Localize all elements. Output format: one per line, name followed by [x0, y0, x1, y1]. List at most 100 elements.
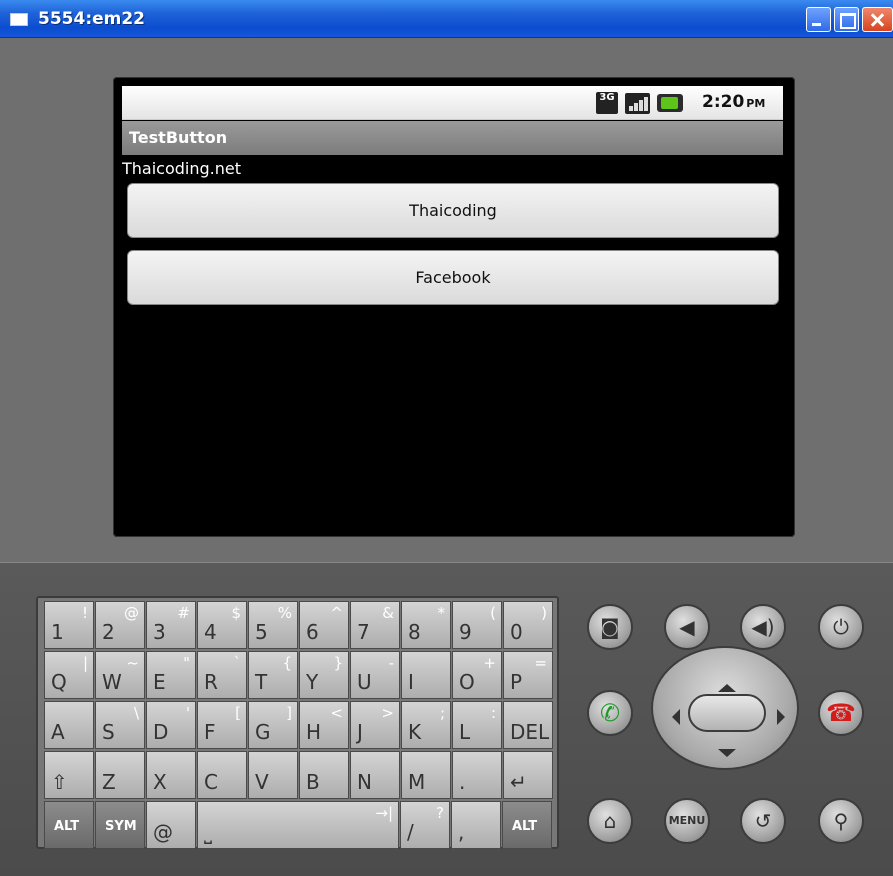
key-row2-5[interactable]: Y} — [299, 651, 349, 699]
key-row1-7[interactable]: 8 * — [401, 601, 451, 649]
key-row5-6[interactable]: ALT — [502, 801, 552, 849]
key-row1-2[interactable]: 3 # — [146, 601, 196, 649]
key-label: DEL — [510, 720, 550, 744]
volume-down-glyph: ◀ — [679, 615, 695, 639]
key-row2-9[interactable]: P = — [503, 651, 553, 699]
key-row5-2[interactable]: @ — [146, 801, 196, 849]
thaicoding-button[interactable]: Thaicoding — [127, 183, 779, 238]
key-alt-label: + — [483, 654, 496, 672]
key-row1-0[interactable]: 1! — [44, 601, 94, 649]
key-alt-label: @ — [124, 604, 139, 622]
key-row3-9[interactable]: DEL — [503, 701, 553, 749]
key-label: X — [153, 770, 167, 794]
key-label: O — [459, 670, 475, 694]
key-row1-9[interactable]: 0) — [503, 601, 553, 649]
key-row1-1[interactable]: 2 @ — [95, 601, 145, 649]
key-row2-3[interactable]: R ` — [197, 651, 247, 699]
key-row4-6[interactable]: N — [350, 751, 400, 799]
maximize-icon[interactable] — [834, 7, 859, 32]
key-alt-label: ) — [541, 604, 547, 622]
key-label: K — [408, 720, 422, 744]
key-row3-7[interactable]: K; — [401, 701, 451, 749]
key-row2-6[interactable]: U- — [350, 651, 400, 699]
facebook-button[interactable]: Facebook — [127, 250, 779, 305]
key-label: V — [255, 770, 269, 794]
key-label: D — [153, 720, 169, 744]
key-label: M — [408, 770, 426, 794]
key-row2-8[interactable]: O + — [452, 651, 502, 699]
close-icon[interactable] — [862, 7, 893, 32]
key-row1-5[interactable]: 6 ^ — [299, 601, 349, 649]
key-row5-1[interactable]: SYM — [95, 801, 145, 849]
key-row4-2[interactable]: X — [146, 751, 196, 799]
key-label: ⇧ — [51, 770, 68, 794]
home-icon[interactable]: ⌂ — [587, 798, 633, 844]
key-row3-2[interactable]: D ' — [146, 701, 196, 749]
key-row1-6[interactable]: 7 & — [350, 601, 400, 649]
key-row3-8[interactable]: L: — [452, 701, 502, 749]
call-icon[interactable]: ✆ — [587, 690, 633, 736]
key-label: S — [102, 720, 115, 744]
key-row3-6[interactable]: J > — [350, 701, 400, 749]
key-alt-label: : — [490, 704, 496, 722]
key-row2-0[interactable]: Q | — [44, 651, 94, 699]
dpad-up-icon[interactable] — [718, 684, 736, 692]
key-row4-7[interactable]: M — [401, 751, 451, 799]
key-row2-7[interactable]: I — [401, 651, 451, 699]
key-label: P — [510, 670, 523, 694]
key-row4-0[interactable]: ⇧ — [44, 751, 94, 799]
end-call-icon[interactable]: ☎ — [818, 690, 864, 736]
dpad-center-button[interactable] — [688, 694, 766, 732]
key-alt-label: = — [534, 654, 547, 672]
key-label: ↵ — [510, 770, 527, 794]
back-icon[interactable]: ↺ — [740, 798, 786, 844]
key-label: 4 — [204, 620, 217, 644]
key-row3-0[interactable]: A — [44, 701, 94, 749]
camera-glyph: ◙ — [600, 615, 620, 639]
camera-icon[interactable]: ◙ — [587, 604, 633, 650]
power-icon[interactable]: ⏻ — [818, 604, 864, 650]
key-row3-4[interactable]: G] — [248, 701, 298, 749]
key-label: ALT — [512, 819, 538, 834]
key-row4-4[interactable]: V — [248, 751, 298, 799]
clock: 2:20 PM — [702, 92, 765, 112]
window-titlebar: 5554:em22 — [0, 0, 893, 38]
key-row3-5[interactable]: H < — [299, 701, 349, 749]
key-row5-5[interactable]: , — [451, 801, 501, 849]
key-label: L — [459, 720, 471, 744]
key-label: 6 — [306, 620, 319, 644]
key-row3-3[interactable]: F[ — [197, 701, 247, 749]
menu-label: MENU — [668, 814, 706, 827]
key-row1-8[interactable]: 9( — [452, 601, 502, 649]
key-row4-3[interactable]: C — [197, 751, 247, 799]
volume-down-icon[interactable]: ◀ — [664, 604, 710, 650]
key-alt-label: < — [330, 704, 343, 722]
search-icon[interactable]: ⚲ — [818, 798, 864, 844]
home-glyph: ⌂ — [603, 809, 617, 833]
menu-button[interactable]: MENU — [664, 798, 710, 844]
key-label: 8 — [408, 620, 421, 644]
window-title: 5554:em22 — [38, 9, 146, 29]
key-row4-9[interactable]: ↵ — [503, 751, 553, 799]
key-row4-1[interactable]: Z — [95, 751, 145, 799]
key-row2-2[interactable]: E " — [146, 651, 196, 699]
key-row2-4[interactable]: T{ — [248, 651, 298, 699]
key-alt-label: * — [437, 604, 446, 622]
key-row3-1[interactable]: S \ — [95, 701, 145, 749]
key-row1-4[interactable]: 5% — [248, 601, 298, 649]
dpad-left-icon[interactable] — [672, 709, 680, 725]
key-label: N — [357, 770, 372, 794]
key-row2-1[interactable]: W ~ — [95, 651, 145, 699]
key-label: . — [459, 770, 466, 794]
key-row1-3[interactable]: 4 $ — [197, 601, 247, 649]
key-row4-8[interactable]: . — [452, 751, 502, 799]
minimize-icon[interactable] — [806, 7, 831, 32]
dpad-down-icon[interactable] — [718, 749, 736, 757]
key-row4-5[interactable]: B — [299, 751, 349, 799]
key-row5-0[interactable]: ALT — [44, 801, 94, 849]
3g-icon: 3G — [596, 92, 618, 114]
dpad-right-icon[interactable] — [777, 709, 785, 725]
key-row5-3[interactable]: ⎵ →| — [197, 801, 399, 849]
volume-up-icon[interactable]: ◀) — [740, 604, 786, 650]
key-row5-4[interactable]: /? — [400, 801, 450, 849]
